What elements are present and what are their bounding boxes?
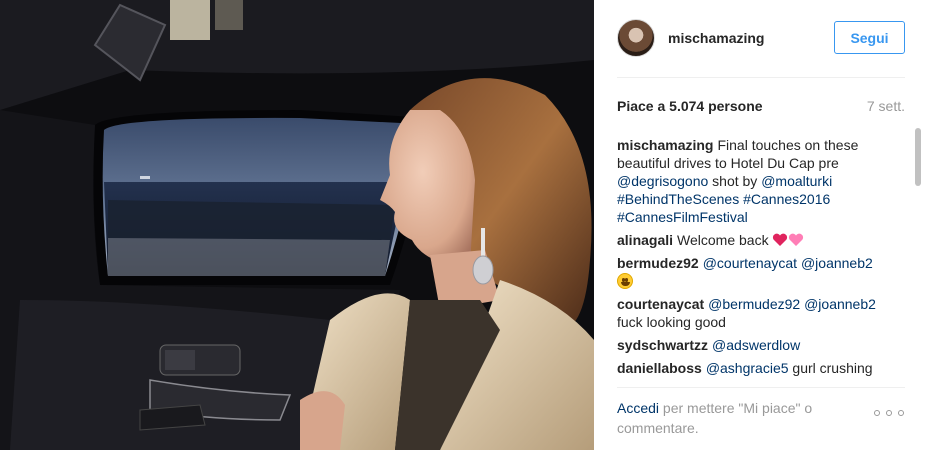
comment-text: fuck looking good	[617, 314, 726, 330]
comment-author-link[interactable]: sydschwartzz	[617, 337, 708, 353]
comment-author-link[interactable]: mischamazing	[617, 137, 713, 153]
dot	[886, 410, 892, 416]
mention-link[interactable]: @degrisogono	[617, 173, 708, 189]
dot	[898, 410, 904, 416]
hashtag-link[interactable]: #Cannes2016	[743, 191, 830, 207]
mention-link[interactable]: @adswerdlow	[712, 337, 800, 353]
post-sidebar: mischamazing Segui Piace a 5.074 persone…	[594, 0, 929, 450]
footer-divider	[617, 387, 905, 388]
post-modal: mischamazing Segui Piace a 5.074 persone…	[0, 0, 929, 450]
post-photo[interactable]	[0, 0, 594, 450]
comment-item: sydschwartzz @adswerdlow	[617, 336, 887, 354]
comment-author-link[interactable]: courtenaycat	[617, 296, 704, 312]
comment-text: Welcome back	[677, 232, 773, 248]
comment-item: alinagali Welcome back	[617, 231, 887, 249]
car-interior-photo	[0, 0, 594, 450]
comment-item: bermudez92 @courtenaycat @joanneb2	[617, 254, 887, 290]
likes-count[interactable]: Piace a 5.074 persone	[617, 98, 763, 114]
comment-author-link[interactable]: daniellaboss	[617, 360, 702, 376]
hashtag-link[interactable]: #BehindTheScenes	[617, 191, 739, 207]
mention-link[interactable]: @moalturki	[761, 173, 832, 189]
dot	[874, 410, 880, 416]
comment-item: courtenaycat @bermudez92 @joanneb2 fuck l…	[617, 295, 887, 331]
comment-text: gurl crushing	[788, 360, 873, 376]
comments-scrollbar[interactable]	[914, 128, 922, 382]
comment-item: mischamazing Final touches on these beaut…	[617, 136, 887, 226]
mention-link[interactable]: @joanneb2	[804, 296, 876, 312]
comment-text: shot by	[708, 173, 762, 189]
follow-button[interactable]: Segui	[834, 21, 905, 54]
login-link[interactable]: Accedi	[617, 400, 659, 416]
mention-link[interactable]: @joanneb2	[801, 255, 873, 271]
hashtag-link[interactable]: #CannesFilmFestival	[617, 209, 748, 225]
comment-author-link[interactable]: bermudez92	[617, 255, 699, 271]
header-divider	[617, 77, 905, 78]
heart-emoji-icon	[772, 232, 788, 248]
mention-link[interactable]: @courtenaycat	[703, 255, 797, 271]
username-link[interactable]: mischamazing	[668, 30, 764, 46]
more-options-icon[interactable]	[874, 406, 904, 420]
post-time[interactable]: 7 sett.	[867, 98, 905, 114]
login-prompt: Accedi per mettere "Mi piace" o commenta…	[617, 398, 857, 438]
comment-author-link[interactable]: alinagali	[617, 232, 673, 248]
post-header: mischamazing Segui	[594, 0, 929, 77]
comments-list[interactable]: mischamazing Final touches on these beaut…	[617, 136, 887, 382]
avatar[interactable]	[617, 19, 655, 57]
mention-link[interactable]: @bermudez92	[708, 296, 800, 312]
smiley-emoji-icon	[617, 273, 633, 289]
scrollbar-thumb[interactable]	[915, 128, 921, 186]
mention-link[interactable]: @ashgracie5	[706, 360, 789, 376]
comment-item: daniellaboss @ashgracie5 gurl crushing	[617, 359, 887, 377]
heart-emoji-icon	[788, 232, 804, 248]
